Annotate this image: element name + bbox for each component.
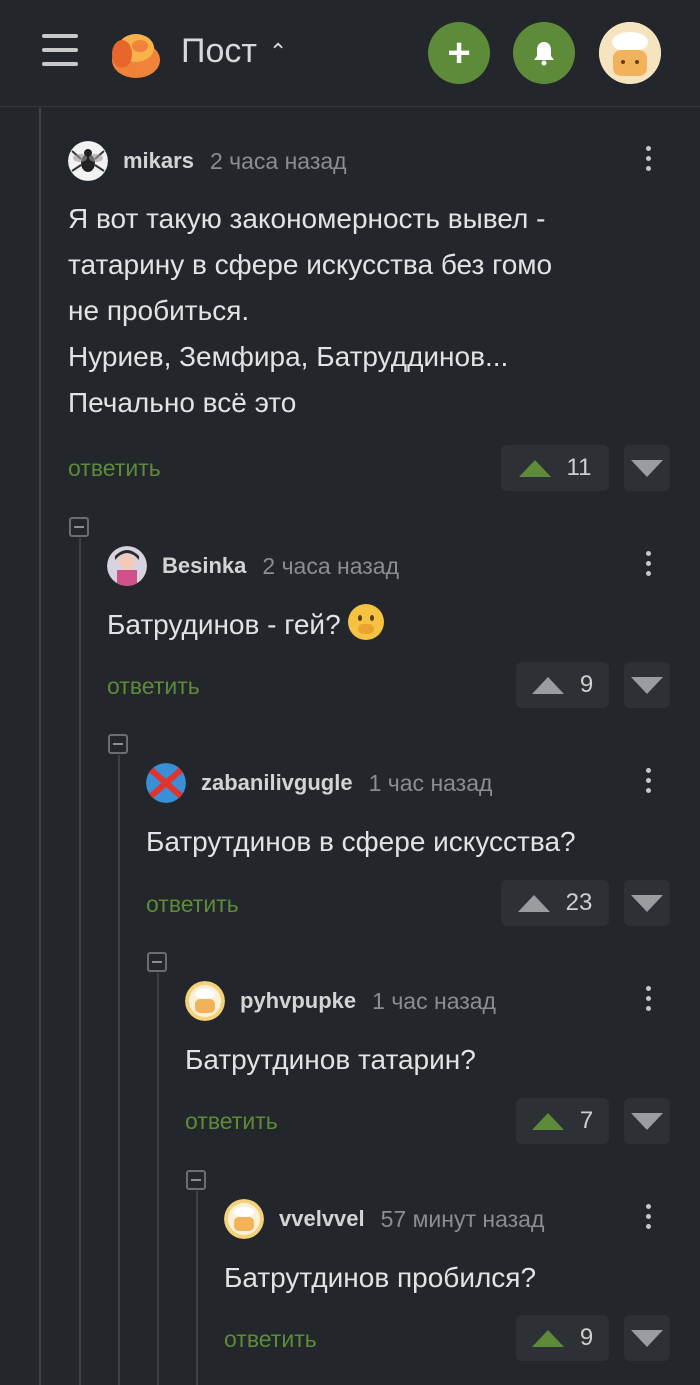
comment-text: Батрутдинов татарин?: [185, 1044, 476, 1075]
comment-time[interactable]: 1 час назад: [372, 988, 496, 1015]
logo-icon[interactable]: [106, 26, 162, 80]
comment-author[interactable]: vvelvvel: [279, 1206, 365, 1232]
thread-line: [196, 1191, 198, 1385]
avatar[interactable]: [68, 141, 108, 181]
reply-link[interactable]: ответить: [107, 673, 200, 700]
upvote-button[interactable]: 9: [516, 1315, 609, 1361]
vote-count: 7: [579, 1107, 594, 1134]
downvote-button[interactable]: [624, 662, 670, 708]
comment-text: Я вот такую закономерность вывел - татар…: [68, 196, 552, 426]
arrow-up-icon: [531, 1329, 564, 1347]
comment-time[interactable]: 57 минут назад: [381, 1206, 545, 1233]
comment-time[interactable]: 2 часа назад: [262, 553, 399, 580]
add-post-button[interactable]: +: [428, 22, 490, 84]
collapse-thread-button[interactable]: [108, 734, 128, 754]
notifications-button[interactable]: [513, 22, 575, 84]
upvote-button[interactable]: 9: [516, 662, 609, 708]
downvote-button[interactable]: [624, 880, 670, 926]
collapse-thread-button[interactable]: [147, 952, 167, 972]
comment-line: Печально всё это: [68, 387, 297, 418]
avatar[interactable]: [185, 981, 225, 1021]
more-options-icon[interactable]: [643, 768, 653, 793]
downvote-button[interactable]: [624, 445, 670, 491]
bell-icon: [534, 42, 554, 66]
plus-icon: +: [447, 31, 471, 75]
face-with-hand-over-mouth-icon: [348, 604, 385, 640]
downvote-button[interactable]: [624, 1315, 670, 1361]
collapse-thread-button[interactable]: [69, 517, 89, 537]
comment-line: Я вот такую закономерность вывел -: [68, 203, 546, 234]
upvote-button[interactable]: 11: [501, 445, 609, 491]
arrow-down-icon: [631, 459, 663, 477]
comment-text: Батрутдинов в сфере искусства?: [146, 826, 576, 857]
menu-icon[interactable]: [42, 34, 78, 70]
comment-author[interactable]: mikars: [123, 148, 194, 174]
page-title-dropdown[interactable]: Пост ⌃: [181, 32, 287, 71]
comment-author[interactable]: Besinka: [162, 553, 246, 579]
avatar[interactable]: [146, 763, 186, 803]
comment-line: Нуриев, Земфира, Батруддинов...: [68, 341, 509, 372]
vote-count: 11: [566, 454, 592, 481]
arrow-down-icon: [631, 894, 663, 912]
arrow-down-icon: [631, 676, 663, 694]
more-options-icon[interactable]: [643, 551, 653, 576]
collapse-thread-button[interactable]: [186, 1170, 206, 1190]
arrow-up-icon: [517, 894, 550, 912]
more-options-icon[interactable]: [643, 986, 653, 1011]
arrow-up-icon: [531, 1112, 564, 1130]
upvote-button[interactable]: 23: [501, 880, 609, 926]
thread-line: [118, 755, 120, 1385]
comment-time[interactable]: 1 час назад: [369, 770, 493, 797]
avatar[interactable]: [224, 1199, 264, 1239]
comment-author[interactable]: zabanilivgugle: [201, 770, 353, 796]
comment-text: Батрутдинов пробился?: [224, 1262, 537, 1293]
downvote-button[interactable]: [624, 1098, 670, 1144]
thread-line: [79, 538, 81, 1385]
more-options-icon[interactable]: [643, 146, 653, 171]
comment-text: Батрудинов - гей?: [107, 602, 385, 648]
arrow-up-icon: [518, 459, 551, 477]
comment-line: Батрудинов - гей?: [107, 609, 341, 640]
more-options-icon[interactable]: [643, 1204, 653, 1229]
avatar[interactable]: [107, 546, 147, 586]
thread-line: [39, 108, 41, 1385]
vote-count: 9: [579, 671, 594, 698]
arrow-down-icon: [631, 1112, 663, 1130]
comment-line: не пробиться.: [68, 295, 250, 326]
top-bar: Пост ⌃ +: [0, 0, 700, 107]
page-title: Пост: [181, 32, 257, 70]
chevron-up-icon: ⌃: [268, 38, 288, 64]
comment-time[interactable]: 2 часа назад: [210, 148, 347, 175]
comment-line: татарину в сфере искусства без гомо: [68, 249, 553, 280]
arrow-down-icon: [631, 1329, 663, 1347]
arrow-up-icon: [531, 676, 564, 694]
upvote-button[interactable]: 7: [516, 1098, 609, 1144]
reply-link[interactable]: ответить: [68, 455, 161, 482]
comment-author[interactable]: pyhvpupke: [240, 988, 356, 1014]
reply-link[interactable]: ответить: [146, 891, 239, 918]
reply-link[interactable]: ответить: [185, 1108, 278, 1135]
user-avatar[interactable]: [599, 22, 661, 84]
reply-link[interactable]: ответить: [224, 1326, 317, 1353]
thread-line: [157, 973, 159, 1385]
vote-count: 9: [579, 1324, 594, 1351]
vote-count: 23: [565, 889, 593, 916]
